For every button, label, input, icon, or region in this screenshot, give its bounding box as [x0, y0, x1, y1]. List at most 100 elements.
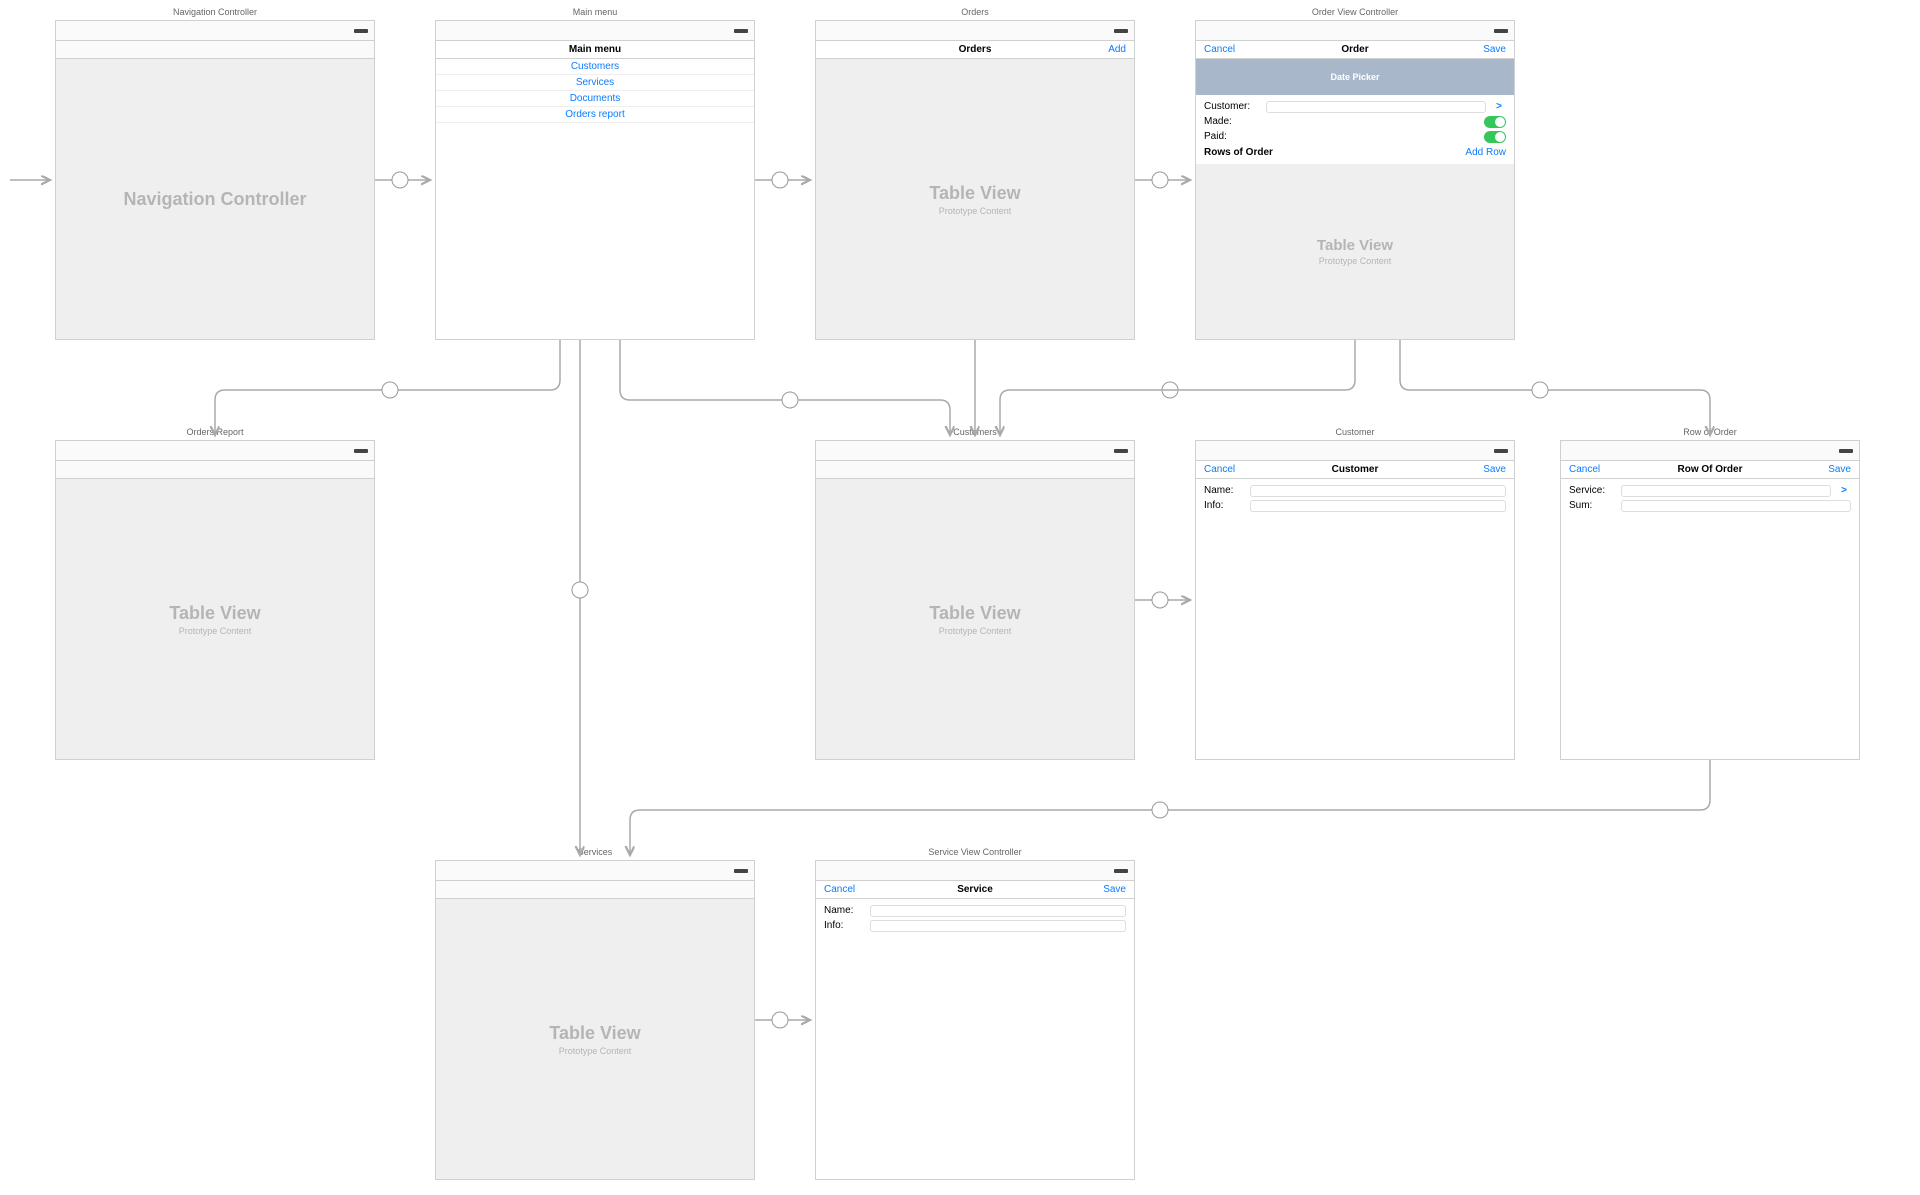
- row-info: Info:: [824, 918, 1126, 933]
- input-info[interactable]: [870, 920, 1126, 932]
- label-name: Name:: [824, 905, 864, 916]
- input-info[interactable]: [1250, 500, 1506, 512]
- battery-icon: [1114, 449, 1128, 453]
- navbar-empty: [56, 461, 374, 479]
- placeholder-title: Table View: [549, 1023, 640, 1044]
- scene-body: Table View Prototype Content: [56, 479, 374, 759]
- nav-title: Order: [1341, 44, 1368, 55]
- input-service[interactable]: [1621, 485, 1831, 497]
- add-row-button[interactable]: Add Row: [1465, 147, 1506, 158]
- nav-title: Customer: [1332, 464, 1379, 475]
- service-form-body: Name: Info:: [816, 899, 1134, 1179]
- statusbar: [56, 21, 374, 41]
- menu-list: Customers Services Documents Orders repo…: [436, 59, 754, 123]
- label-paid: Paid:: [1204, 131, 1260, 142]
- row-form: Service: > Sum:: [1561, 479, 1859, 517]
- menu-item-documents[interactable]: Documents: [436, 91, 754, 107]
- statusbar: [816, 441, 1134, 461]
- statusbar: [56, 441, 374, 461]
- label-customer: Customer:: [1204, 101, 1260, 112]
- navbar-empty: [56, 41, 374, 59]
- toggle-made[interactable]: [1484, 116, 1506, 128]
- scene-body: Table View Prototype Content: [436, 899, 754, 1179]
- row-customer: Customer: >: [1204, 99, 1506, 114]
- row-service: Service: >: [1569, 483, 1851, 498]
- rows-subheader: Rows of Order Add Row: [1204, 144, 1506, 160]
- scene-label: Orders Report: [56, 427, 374, 437]
- scene-label: Row of Order: [1561, 427, 1859, 437]
- input-customer[interactable]: [1266, 101, 1486, 113]
- menu-item-orders-report[interactable]: Orders report: [436, 107, 754, 123]
- scene-label: Order View Controller: [1196, 7, 1514, 17]
- order-form: Customer: > Made: Paid: Rows of Order Ad…: [1196, 95, 1514, 164]
- row-made: Made:: [1204, 114, 1506, 129]
- navbar-empty: [436, 881, 754, 899]
- battery-icon: [354, 29, 368, 33]
- placeholder-title: Table View: [169, 603, 260, 624]
- placeholder-title: Table View: [1317, 237, 1393, 254]
- label-name: Name:: [1204, 485, 1244, 496]
- scene-order-vc: Order View Controller Cancel Order Save …: [1195, 20, 1515, 340]
- scene-label: Customer: [1196, 427, 1514, 437]
- scene-service-vc: Service View Controller Cancel Service S…: [815, 860, 1135, 1180]
- placeholder-title: Table View: [929, 183, 1020, 204]
- cancel-button[interactable]: Cancel: [1204, 44, 1235, 55]
- save-button[interactable]: Save: [1483, 44, 1506, 55]
- menu-item-services[interactable]: Services: [436, 75, 754, 91]
- placeholder-title: Navigation Controller: [123, 189, 306, 210]
- scene-main-menu: Main menu Main menu Customers Services D…: [435, 20, 755, 340]
- scene-orders: Orders Orders Add Table View Prototype C…: [815, 20, 1135, 340]
- save-button[interactable]: Save: [1103, 884, 1126, 895]
- navbar: Main menu: [436, 41, 754, 59]
- navbar: Orders Add: [816, 41, 1134, 59]
- input-name[interactable]: [870, 905, 1126, 917]
- label-service: Service:: [1569, 485, 1615, 496]
- row-form-body: Service: > Sum:: [1561, 479, 1859, 759]
- label-info: Info:: [1204, 500, 1244, 511]
- scene-label: Services: [436, 847, 754, 857]
- input-sum[interactable]: [1621, 500, 1851, 512]
- chevron-right-icon[interactable]: >: [1837, 485, 1851, 496]
- scene-orders-report: Orders Report Table View Prototype Conte…: [55, 440, 375, 760]
- nav-title: Orders: [959, 44, 992, 55]
- battery-icon: [1494, 29, 1508, 33]
- statusbar: [436, 21, 754, 41]
- cancel-button[interactable]: Cancel: [1204, 464, 1235, 475]
- scene-label: Orders: [816, 7, 1134, 17]
- row-name: Name:: [1204, 483, 1506, 498]
- statusbar: [436, 861, 754, 881]
- statusbar: [1196, 441, 1514, 461]
- battery-icon: [354, 449, 368, 453]
- nav-title: Service: [957, 884, 993, 895]
- scene-customers: Customers Table View Prototype Content: [815, 440, 1135, 760]
- row-name: Name:: [824, 903, 1126, 918]
- statusbar: [816, 21, 1134, 41]
- label-made: Made:: [1204, 116, 1260, 127]
- scene-body: Navigation Controller: [56, 59, 374, 339]
- navbar: Cancel Order Save: [1196, 41, 1514, 59]
- battery-icon: [734, 869, 748, 873]
- cancel-button[interactable]: Cancel: [1569, 464, 1600, 475]
- toggle-paid[interactable]: [1484, 131, 1506, 143]
- nav-title: Main menu: [569, 44, 621, 55]
- customer-form: Name: Info:: [1196, 479, 1514, 517]
- statusbar: [1196, 21, 1514, 41]
- chevron-right-icon[interactable]: >: [1492, 101, 1506, 112]
- navbar: Cancel Customer Save: [1196, 461, 1514, 479]
- save-button[interactable]: Save: [1828, 464, 1851, 475]
- menu-item-customers[interactable]: Customers: [436, 59, 754, 75]
- scene-label: Customers: [816, 427, 1134, 437]
- input-name[interactable]: [1250, 485, 1506, 497]
- date-picker[interactable]: Date Picker: [1196, 59, 1514, 95]
- placeholder-sub: Prototype Content: [179, 626, 252, 636]
- add-button[interactable]: Add: [1108, 44, 1126, 55]
- label-info: Info:: [824, 920, 864, 931]
- cancel-button[interactable]: Cancel: [824, 884, 855, 895]
- scene-navigation-controller: Navigation Controller Navigation Control…: [55, 20, 375, 340]
- save-button[interactable]: Save: [1483, 464, 1506, 475]
- scene-customer: Customer Cancel Customer Save Name: Info…: [1195, 440, 1515, 760]
- row-sum: Sum:: [1569, 498, 1851, 513]
- scene-label: Service View Controller: [816, 847, 1134, 857]
- statusbar: [1561, 441, 1859, 461]
- rows-title: Rows of Order: [1204, 147, 1273, 158]
